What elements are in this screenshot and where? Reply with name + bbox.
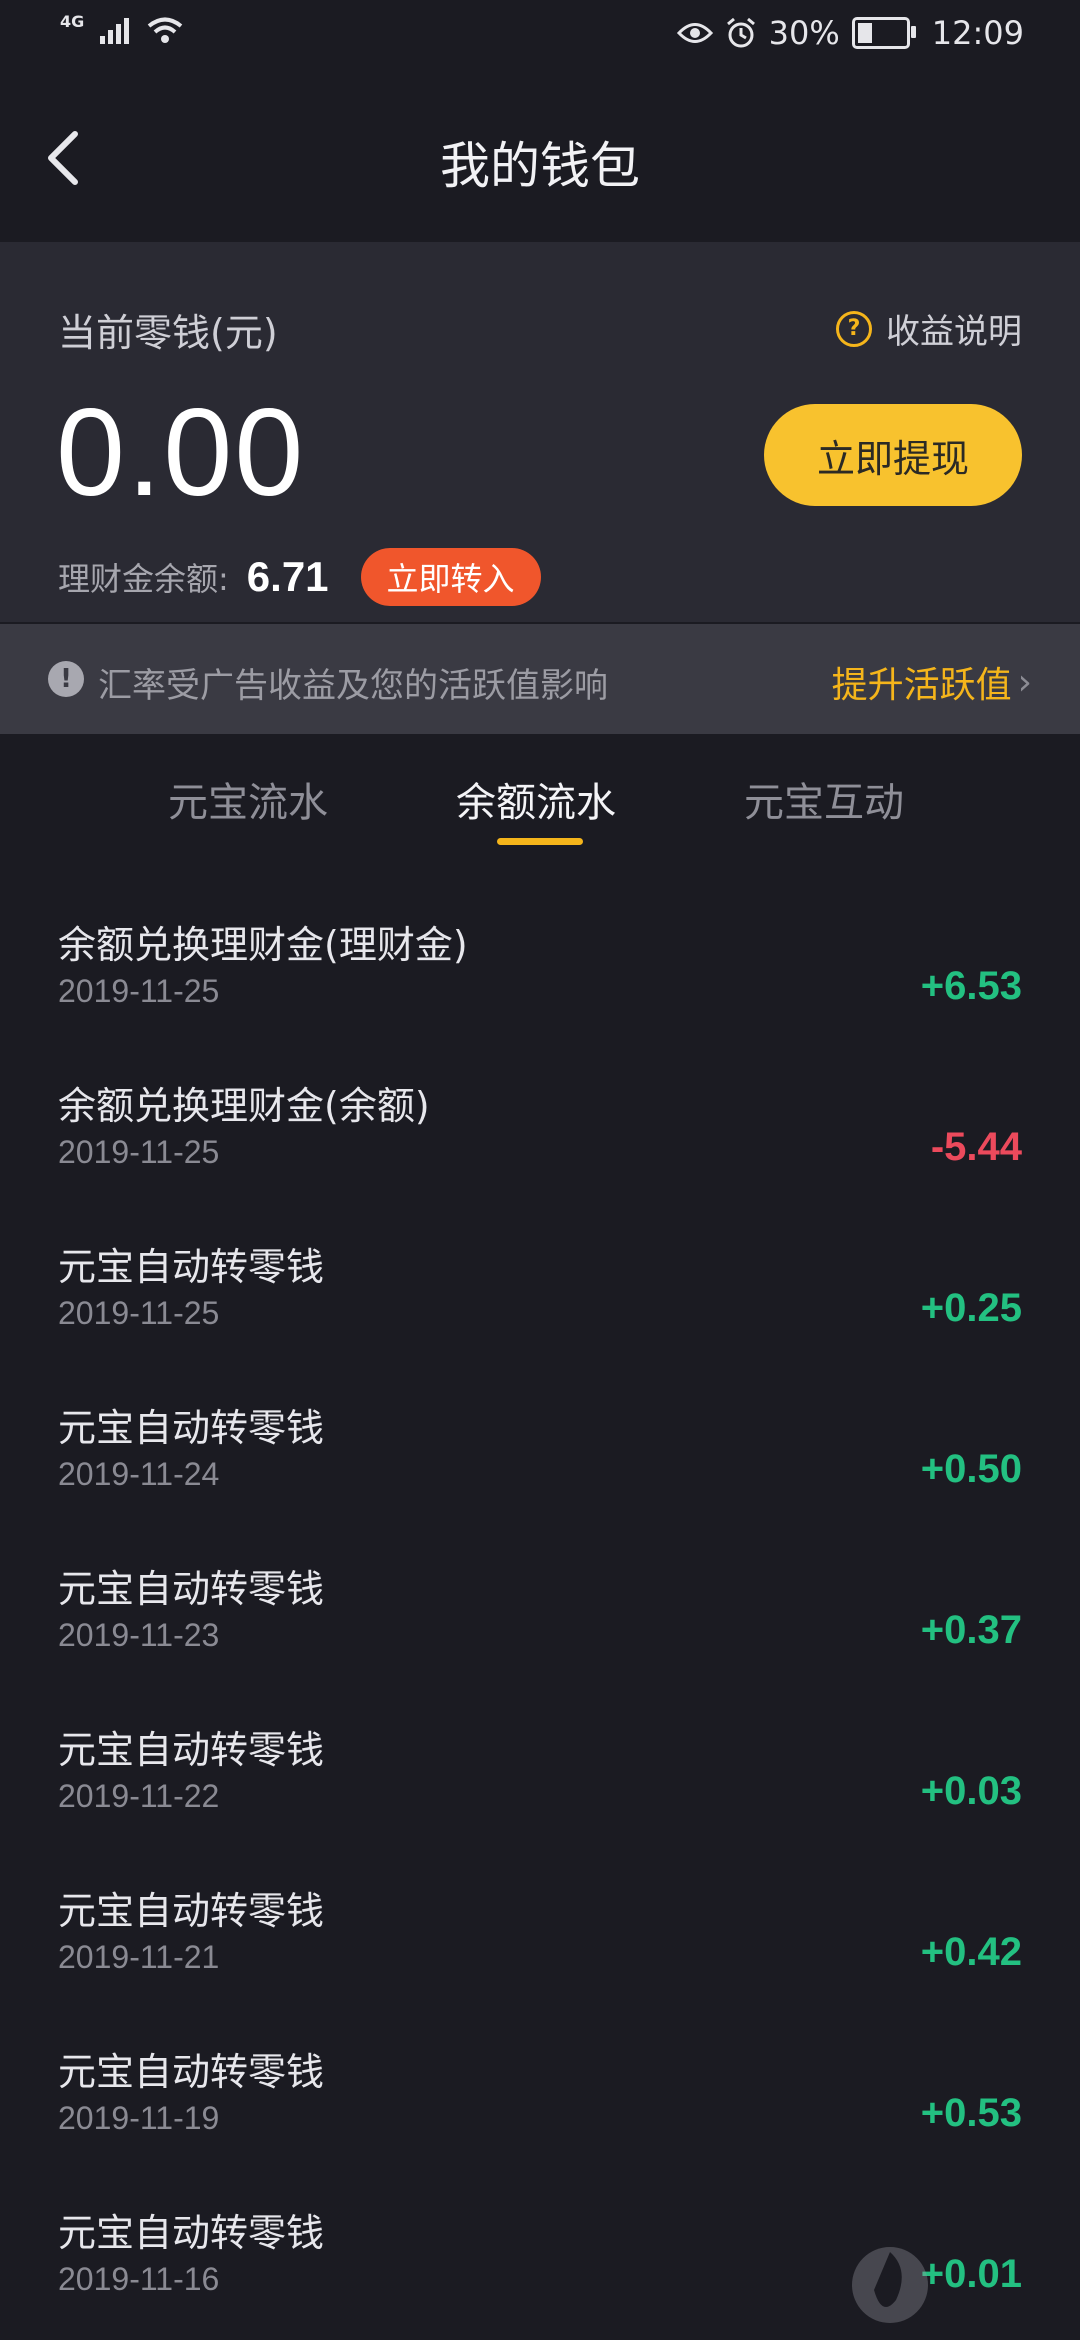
fund-balance-value: 6.71 <box>246 553 329 600</box>
transaction-row[interactable]: 余额兑换理财金(理财金) 2019-11-25 +6.53 <box>0 854 1080 1015</box>
wallet-screen: 4G 30% 12:09 我的钱包 当前零钱(元) ? 收益说明 0.00 立即… <box>0 0 1080 2340</box>
transaction-row[interactable]: 元宝自动转零钱 2019-11-25 +0.25 <box>0 1176 1080 1337</box>
transaction-title: 元宝自动转零钱 <box>58 2050 325 2094</box>
withdraw-button[interactable]: 立即提现 <box>764 404 1022 506</box>
transaction-list: 余额兑换理财金(理财金) 2019-11-25 +6.53 余额兑换理财金(余额) 20… <box>0 854 1080 2303</box>
transaction-row[interactable]: 余额兑换理财金(余额) 2019-11-25 -5.44 <box>0 1015 1080 1176</box>
question-icon: ? <box>836 310 872 347</box>
transaction-amount: -5.44 <box>930 1125 1022 1169</box>
transaction-title: 余额兑换理财金(理财金) <box>58 923 468 967</box>
exclamation-icon: ! <box>48 661 84 697</box>
chevron-right-icon: › <box>1017 661 1032 703</box>
transaction-title: 余额兑换理财金(余额) <box>58 1084 430 1128</box>
app-header: 我的钱包 <box>0 74 1080 242</box>
earnings-help-link[interactable]: ? 收益说明 <box>836 304 1022 353</box>
transaction-amount: +6.53 <box>920 964 1022 1008</box>
transaction-amount: +0.25 <box>920 1286 1022 1330</box>
tab-ingot-interaction[interactable]: 元宝互动 <box>744 770 904 828</box>
status-bar: 4G 30% 12:09 <box>0 0 1080 74</box>
notice-bar: ! 汇率受广告收益及您的活跃值影响 提升活跃值 › <box>0 624 1080 734</box>
tab-ingot-flow[interactable]: 元宝流水 <box>168 770 328 828</box>
fund-balance-label: 理财金余额: <box>58 560 229 598</box>
eye-icon <box>676 23 713 43</box>
transaction-amount: +0.50 <box>920 1447 1022 1491</box>
transaction-date: 2019-11-25 <box>58 1295 220 1331</box>
transaction-amount: +0.37 <box>920 1608 1022 1652</box>
clock: 12:09 <box>931 14 1024 52</box>
tab-bar: 元宝流水 余额流水 元宝互动 <box>0 734 1080 854</box>
transaction-amount: +0.03 <box>920 1769 1022 1813</box>
watermark-logo <box>852 2247 928 2323</box>
transaction-date: 2019-11-16 <box>58 2261 220 2297</box>
balance-card: 当前零钱(元) ? 收益说明 0.00 立即提现 理财金余额: 6.71 立即转… <box>0 242 1080 622</box>
transaction-title: 元宝自动转零钱 <box>58 1406 325 1450</box>
network-type: 4G <box>60 11 85 31</box>
notice-text: 汇率受广告收益及您的活跃值影响 <box>98 666 608 706</box>
transaction-row[interactable]: 元宝自动转零钱 2019-11-22 +0.03 <box>0 1659 1080 1820</box>
active-tab-indicator <box>497 838 583 845</box>
transaction-row[interactable]: 元宝自动转零钱 2019-11-21 +0.42 <box>0 1820 1080 1981</box>
transaction-title: 元宝自动转零钱 <box>58 1889 325 1933</box>
transaction-title: 元宝自动转零钱 <box>58 1245 325 1289</box>
transaction-title: 元宝自动转零钱 <box>58 1567 325 1611</box>
battery-icon <box>851 17 916 49</box>
wifi-icon <box>148 17 183 43</box>
earnings-help-label: 收益说明 <box>886 312 1022 352</box>
transaction-title: 元宝自动转零钱 <box>58 1728 325 1772</box>
balance-amount: 0.00 <box>56 384 306 522</box>
transaction-amount: +0.42 <box>920 1930 1022 1974</box>
transaction-row[interactable]: 元宝自动转零钱 2019-11-19 +0.53 <box>0 1981 1080 2142</box>
transaction-amount: +0.53 <box>920 2091 1022 2135</box>
transaction-date: 2019-11-19 <box>58 2100 220 2136</box>
battery-percent: 30% <box>768 14 840 52</box>
tab-balance-flow[interactable]: 余额流水 <box>456 770 616 828</box>
transfer-in-button[interactable]: 立即转入 <box>360 548 541 606</box>
transaction-date: 2019-11-24 <box>58 1456 220 1492</box>
transaction-row[interactable]: 元宝自动转零钱 2019-11-23 +0.37 <box>0 1498 1080 1659</box>
transaction-date: 2019-11-25 <box>58 1134 220 1170</box>
boost-activity-link[interactable]: 提升活跃值 › <box>832 656 1032 708</box>
boost-activity-label: 提升活跃值 <box>831 665 1012 706</box>
page-title: 我的钱包 <box>440 137 640 195</box>
transaction-title: 元宝自动转零钱 <box>58 2211 325 2255</box>
signal-icon <box>100 18 130 44</box>
transaction-date: 2019-11-21 <box>58 1939 220 1975</box>
transaction-row[interactable]: 元宝自动转零钱 2019-11-24 +0.50 <box>0 1337 1080 1498</box>
transaction-date: 2019-11-22 <box>58 1778 220 1814</box>
transaction-date: 2019-11-23 <box>58 1617 220 1653</box>
alarm-icon <box>726 17 755 48</box>
current-balance-label: 当前零钱(元) <box>58 311 278 355</box>
fund-balance-row: 理财金余额: 6.71 立即转入 <box>58 548 541 606</box>
transaction-date: 2019-11-25 <box>58 973 220 1009</box>
